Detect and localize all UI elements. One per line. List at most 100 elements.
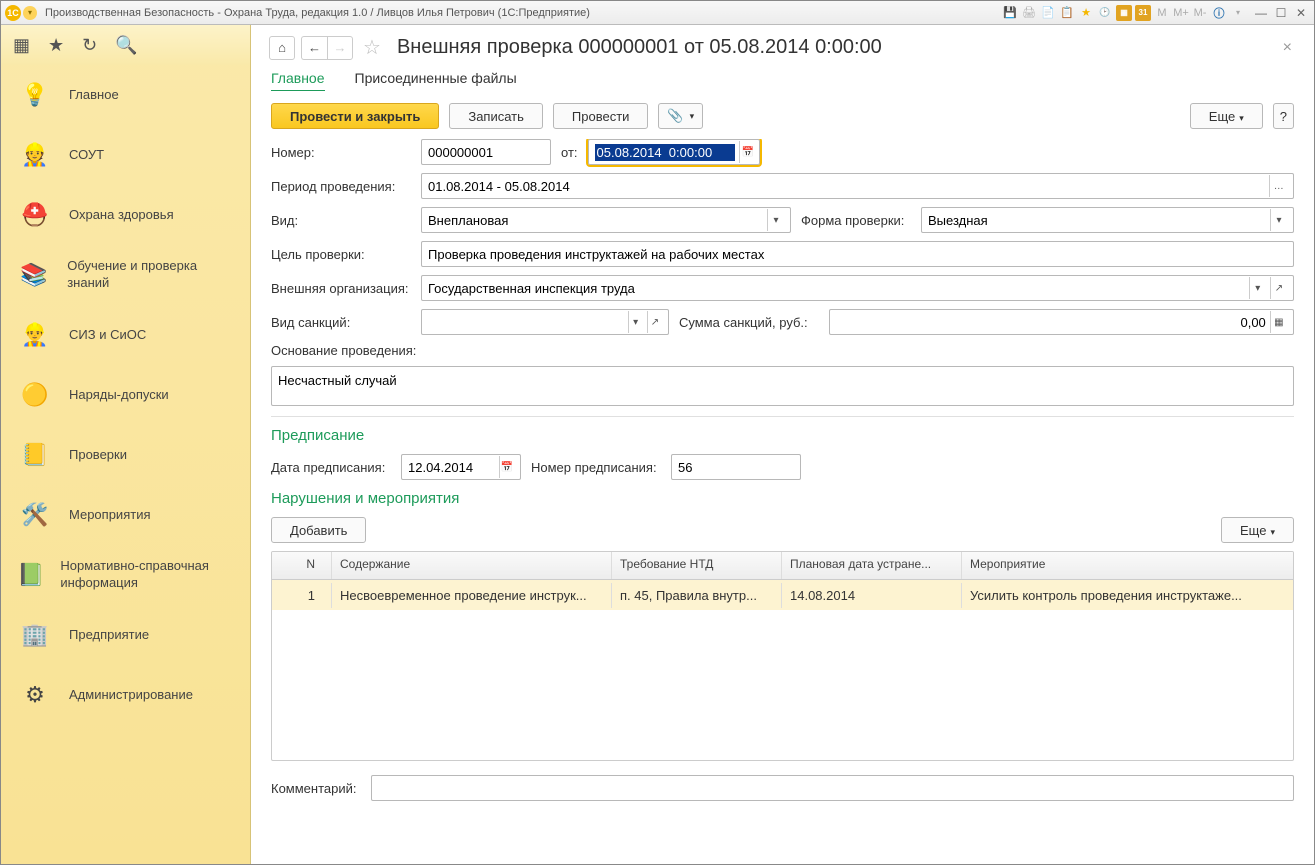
save-button[interactable]: Записать (449, 103, 543, 129)
nav: 💡Главное 👷СОУТ ⛑️Охрана здоровья 📚Обучен… (1, 65, 250, 864)
copy-icon[interactable]: 📋 (1059, 5, 1075, 21)
sidebar-item-permits[interactable]: 🟡Наряды-допуски (1, 365, 250, 425)
check-form-select[interactable]: ▾ (921, 207, 1294, 233)
sidebar-item-health[interactable]: ⛑️Охрана здоровья (1, 185, 250, 245)
sidebar-item-checks[interactable]: 📒Проверки (1, 425, 250, 485)
presc-date-label: Дата предписания: (271, 460, 391, 475)
home-button[interactable]: ⌂ (269, 36, 295, 60)
save-icon[interactable]: 💾 (1002, 5, 1018, 21)
more-button[interactable]: Еще▾ (1190, 103, 1263, 129)
m-icon[interactable]: M (1154, 5, 1170, 21)
violations-table: N Содержание Требование НТД Плановая дат… (271, 551, 1294, 761)
sanction-sum-field[interactable]: ▦ (829, 309, 1294, 335)
close-tab-button[interactable]: × (1279, 39, 1296, 57)
m-minus-icon[interactable]: M- (1192, 5, 1208, 21)
violations-title: Нарушения и мероприятия (271, 490, 1294, 507)
chevron-down-icon[interactable]: ▾ (628, 311, 643, 333)
date-field[interactable]: 📅 (588, 139, 760, 165)
col-action[interactable]: Мероприятие (962, 552, 1293, 579)
maximize-button[interactable]: ☐ (1272, 5, 1290, 21)
col-req[interactable]: Требование НТД (612, 552, 782, 579)
col-n[interactable]: N (272, 552, 332, 579)
open-icon[interactable]: ↗ (647, 311, 662, 333)
period-field[interactable]: … (421, 173, 1294, 199)
ellipsis-icon[interactable]: … (1269, 175, 1287, 197)
sidebar-toolbar: ▦ ★ ↻ 🔍 (1, 25, 250, 65)
history-icon[interactable]: 🕑 (1097, 5, 1113, 21)
print-icon[interactable]: 🖨 (1021, 5, 1037, 21)
forward-button[interactable]: → (327, 36, 353, 60)
titlebar: 1C ▾ Производственная Безопасность - Охр… (1, 1, 1314, 25)
comment-field[interactable] (371, 775, 1294, 801)
sanction-type-select[interactable]: ▾↗ (421, 309, 669, 335)
type-select[interactable]: ▾ (421, 207, 791, 233)
calc-icon[interactable]: ▦ (1116, 5, 1132, 21)
comment-label: Комментарий: (271, 781, 361, 796)
search-icon[interactable]: 🔍 (115, 35, 137, 56)
workers-icon: 👷 (17, 137, 53, 173)
goal-field[interactable] (421, 241, 1294, 267)
table-row[interactable]: 1 Несвоевременное проведение инструк... … (272, 580, 1293, 610)
apps-icon[interactable]: ▦ (13, 35, 30, 56)
post-button[interactable]: Провести (553, 103, 649, 129)
tab-attachments[interactable]: Присоединенные файлы (355, 66, 517, 91)
form: Номер: от: 📅 Период проведения: … Вид: ▾… (251, 139, 1314, 864)
close-button[interactable]: ✕ (1292, 5, 1310, 21)
back-button[interactable]: ← (301, 36, 327, 60)
favorite-toggle-icon[interactable]: ☆ (363, 35, 381, 60)
col-content[interactable]: Содержание (332, 552, 612, 579)
sidebar-item-siz[interactable]: 👷‍♂️СИЗ и СиОС (1, 305, 250, 365)
main: ⌂ ← → ☆ Внешняя проверка 000000001 от 05… (251, 25, 1314, 864)
table-more-button[interactable]: Еще▾ (1221, 517, 1294, 543)
sidebar-item-enterprise[interactable]: 🏢Предприятие (1, 605, 250, 665)
window: 1C ▾ Производственная Безопасность - Охр… (0, 0, 1315, 865)
window-title: Производственная Безопасность - Охрана Т… (45, 7, 1002, 19)
add-button[interactable]: Добавить (271, 517, 366, 543)
chevron-down-icon[interactable]: ▾ (1249, 277, 1266, 299)
nav-group: ← → (301, 36, 353, 60)
sidebar-item-reference[interactable]: 📗Нормативно-справочная информация (1, 545, 250, 605)
info-icon[interactable]: ⓘ (1211, 5, 1227, 21)
window-controls: — ☐ ✕ (1252, 5, 1310, 21)
gear-icon: ⚙ (17, 677, 53, 713)
calendar-icon[interactable]: 📅 (499, 456, 514, 478)
star-icon[interactable]: ★ (48, 35, 64, 56)
sanction-sum-label: Сумма санкций, руб.: (679, 315, 819, 330)
calendar-icon[interactable]: 31 (1135, 5, 1151, 21)
app-icon[interactable]: 1C (5, 5, 21, 21)
related-button[interactable]: 📎▾ (658, 103, 703, 129)
post-and-close-button[interactable]: Провести и закрыть (271, 103, 439, 129)
open-icon[interactable]: ↗ (1270, 277, 1287, 299)
tab-main[interactable]: Главное (271, 66, 325, 91)
calc-icon[interactable]: ▦ (1270, 311, 1287, 333)
minimize-button[interactable]: — (1252, 5, 1270, 21)
history-nav-icon[interactable]: ↻ (82, 35, 97, 56)
app-dropdown-icon[interactable]: ▾ (23, 6, 37, 20)
chevron-down-icon[interactable]: ▾ (767, 209, 784, 231)
doc-icon[interactable]: 📄 (1040, 5, 1056, 21)
help-button[interactable]: ? (1273, 103, 1294, 129)
sidebar: ▦ ★ ↻ 🔍 💡Главное 👷СОУТ ⛑️Охрана здоровья… (1, 25, 251, 864)
sidebar-item-training[interactable]: 📚Обучение и проверка знаний (1, 245, 250, 305)
sanction-type-label: Вид санкций: (271, 315, 411, 330)
col-date[interactable]: Плановая дата устране... (782, 552, 962, 579)
number-label: Номер: (271, 145, 411, 160)
sidebar-item-sout[interactable]: 👷СОУТ (1, 125, 250, 185)
books-icon: 📚 (17, 257, 51, 293)
presc-num-field[interactable] (671, 454, 801, 480)
sidebar-item-main[interactable]: 💡Главное (1, 65, 250, 125)
sidebar-item-admin[interactable]: ⚙Администрирование (1, 665, 250, 725)
table-header: N Содержание Требование НТД Плановая дат… (272, 552, 1293, 580)
org-field[interactable]: ▾↗ (421, 275, 1294, 301)
sidebar-item-events[interactable]: 🛠️Мероприятия (1, 485, 250, 545)
number-field[interactable] (421, 139, 551, 165)
info-dropdown-icon[interactable]: ▾ (1230, 5, 1246, 21)
basis-field[interactable] (271, 366, 1294, 406)
presc-date-field[interactable]: 📅 (401, 454, 521, 480)
chevron-down-icon[interactable]: ▾ (1270, 209, 1287, 231)
calendar-icon[interactable]: 📅 (739, 141, 757, 163)
toolbar: Провести и закрыть Записать Провести 📎▾ … (251, 91, 1314, 139)
org-label: Внешняя организация: (271, 281, 411, 296)
favorite-icon[interactable]: ★ (1078, 5, 1094, 21)
m-plus-icon[interactable]: M+ (1173, 5, 1189, 21)
